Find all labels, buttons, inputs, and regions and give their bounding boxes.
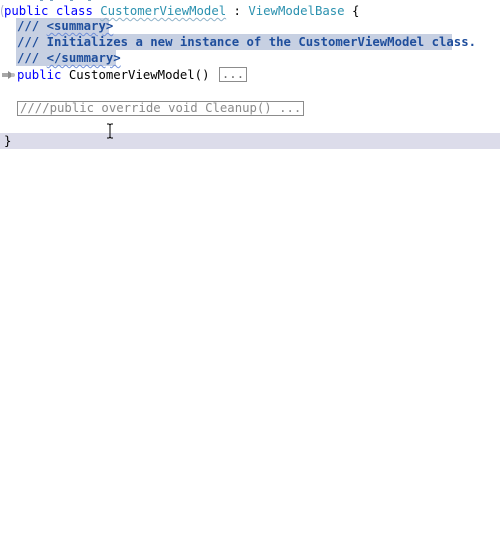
breakpoint-arrow-icon[interactable] [2,70,16,80]
code-line-summary-text[interactable]: /// Initializes a new instance of the Cu… [17,34,476,50]
text-cursor-icon [107,123,113,139]
brace-close: } [4,134,12,148]
base-type: ViewModelBase [248,4,345,18]
doc-comment-tag: <summary> [46,19,114,33]
doc-comment-slashes: /// [17,51,47,65]
code-line-summary-close[interactable]: /// </summary> [17,50,121,66]
current-line-highlight [0,133,500,149]
colon: : [226,4,249,18]
doc-comment-tag: </summary> [46,51,121,65]
keyword: public [17,68,62,82]
collapsed-region-button[interactable]: ... [218,67,248,82]
keyword: public [4,4,49,18]
brace-open: { [344,4,360,18]
clipped-text-fragment [40,0,91,1]
code-line-cleanup-comment[interactable]: ////public override void Cleanup() ... [17,100,305,116]
code-line-class-declaration[interactable]: public class CustomerViewModel : ViewMod… [4,3,359,19]
code-editor[interactable]: public class CustomerViewModel : ViewMod… [0,0,500,550]
constructor-name: CustomerViewModel() [61,68,217,82]
keyword: class [55,4,93,18]
class-name: CustomerViewModel [100,4,227,18]
code-line-constructor[interactable]: public CustomerViewModel() ... [17,67,248,83]
code-line-summary-open[interactable]: /// <summary> [17,18,113,34]
doc-comment-slashes: /// [17,19,47,33]
collapsed-comment-region[interactable]: ////public override void Cleanup() ... [17,101,305,116]
code-line-closing-brace[interactable]: } [4,133,11,149]
doc-comment-text: /// Initializes a new instance of the Cu… [17,35,477,49]
